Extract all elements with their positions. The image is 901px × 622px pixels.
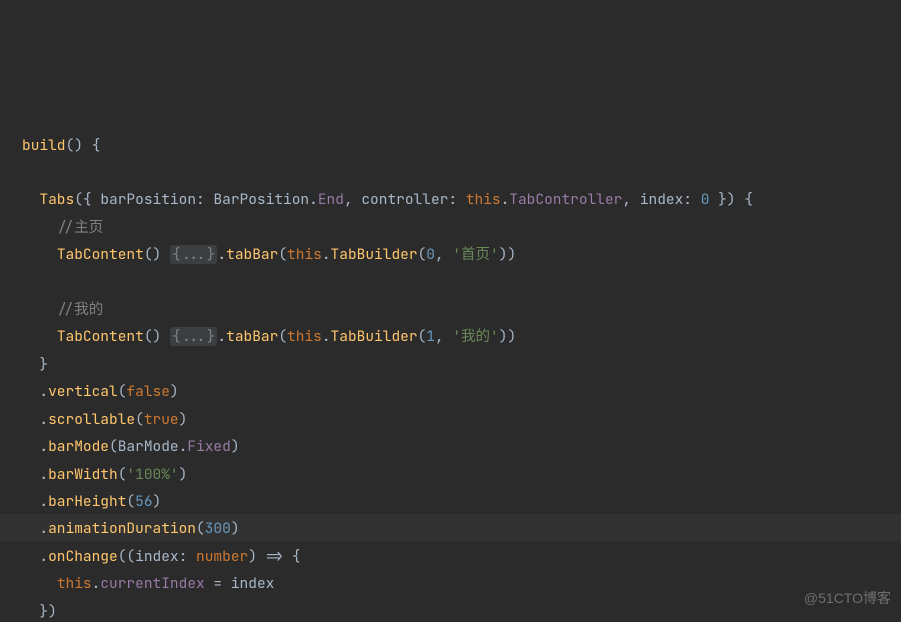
- code-line: build() {: [22, 136, 100, 155]
- code-line: .animationDuration(300): [22, 519, 240, 538]
- code-line: .barWidth('100%'): [22, 465, 187, 484]
- code-editor[interactable]: build() { Tabs({ barPosition: BarPositio…: [0, 0, 901, 622]
- code-line: }: [22, 355, 48, 374]
- code-line: .onChange((index: number) => {: [22, 547, 300, 566]
- code-line: //我的: [22, 300, 103, 319]
- code-line: .barHeight(56): [22, 492, 161, 511]
- code-block: build() { Tabs({ barPosition: BarPositio…: [22, 104, 901, 622]
- code-line: .scrollable(true): [22, 410, 187, 429]
- code-line: .vertical(false): [22, 382, 179, 401]
- code-line: TabContent() {...}.tabBar(this.TabBuilde…: [22, 245, 516, 264]
- code-line: //主页: [22, 218, 103, 237]
- fold-marker[interactable]: {...}: [170, 327, 218, 346]
- code-line: this.currentIndex = index: [22, 574, 274, 593]
- fold-marker[interactable]: {...}: [170, 245, 218, 264]
- code-line: .barMode(BarMode.Fixed): [22, 437, 240, 456]
- code-line: TabContent() {...}.tabBar(this.TabBuilde…: [22, 327, 516, 346]
- code-line: }): [22, 602, 57, 621]
- code-line: Tabs({ barPosition: BarPosition.End, con…: [22, 190, 753, 209]
